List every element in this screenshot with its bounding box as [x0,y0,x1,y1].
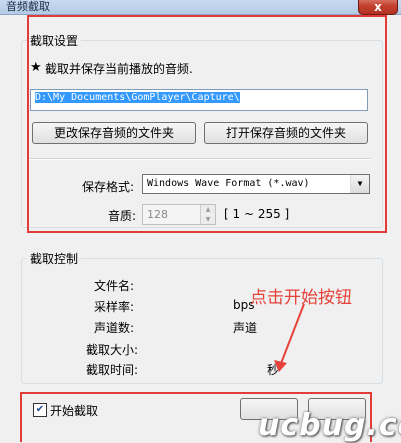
highlight-box-settings [27,15,387,233]
annotation-arrow [274,303,305,372]
close-button[interactable]: x [358,0,398,15]
start-capture-checkbox[interactable]: ✔ [33,403,47,417]
sample-rate-label: 采样率: [94,300,135,314]
capture-time-label: 截取时间: [86,363,139,377]
capture-control-legend: 截取控制 [27,250,82,267]
capture-size-label: 截取大小: [86,343,139,357]
window-title: 音频截取 [6,0,50,13]
title-bar[interactable]: 音频截取 [0,0,401,15]
watermark: ucbug.cc [258,408,401,443]
channels-label: 声道数: [94,321,135,335]
filename-label: 文件名: [94,279,135,293]
capture-control-group [21,258,383,384]
channels-value: 声道 [233,321,258,335]
start-capture-label[interactable]: 开始截取 [50,402,98,419]
